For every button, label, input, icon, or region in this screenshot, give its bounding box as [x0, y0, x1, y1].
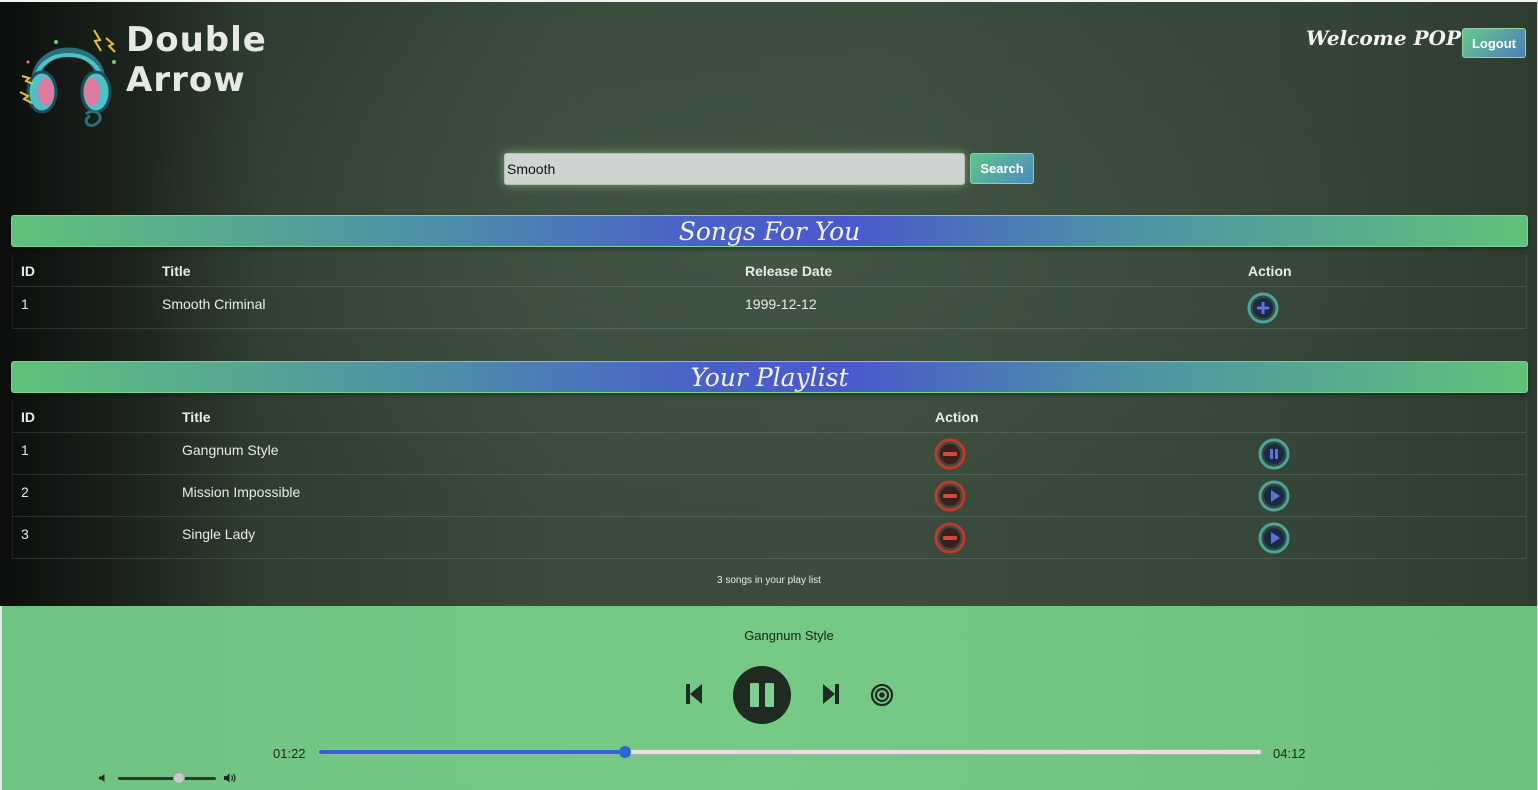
volume-high-button[interactable]: [222, 770, 238, 786]
page-edge: [0, 606, 2, 790]
radio-button[interactable]: [869, 682, 895, 708]
column-header-release-date: Release Date: [745, 262, 833, 279]
table-row: 1 Gangnum Style: [13, 433, 1526, 475]
play-icon: [1258, 522, 1290, 554]
playlist-count-note: 3 songs in your play list: [717, 575, 821, 586]
now-playing-title: Gangnum Style: [744, 628, 834, 643]
pause-icon: [750, 683, 774, 707]
pause-icon: [1258, 438, 1290, 470]
play-song-button[interactable]: [1258, 522, 1290, 554]
songs-for-you-table: ID Title Release Date Action 1 Smooth Cr…: [12, 255, 1527, 329]
remove-song-button[interactable]: [934, 522, 966, 554]
playlist-table: ID Title Action 1 Gangnum Style 2 Missio…: [12, 401, 1527, 559]
search-input[interactable]: Smooth: [504, 153, 965, 185]
column-header-title: Title: [182, 408, 211, 425]
song-release-date: 1999-12-12: [745, 296, 817, 312]
table-header-row: ID Title Release Date Action: [13, 255, 1526, 287]
table-row: 3 Single Lady: [13, 517, 1526, 559]
next-button[interactable]: [819, 680, 843, 708]
table-header-row: ID Title Action: [13, 401, 1526, 433]
total-time: 04:12: [1273, 746, 1306, 761]
song-id: 1: [21, 296, 29, 312]
column-header-action: Action: [1248, 262, 1292, 279]
add-icon: [1247, 292, 1279, 324]
welcome-text: Welcome POP: [1306, 26, 1462, 50]
brand-name: Double Arrow: [126, 20, 267, 100]
search-button[interactable]: Search: [970, 153, 1034, 184]
previous-icon: [686, 684, 702, 704]
play-pause-button[interactable]: [733, 666, 791, 724]
column-header-action: Action: [935, 408, 979, 425]
remove-song-button[interactable]: [934, 438, 966, 470]
table-row: 2 Mission Impossible: [13, 475, 1526, 517]
playlist-song-title: Mission Impossible: [182, 484, 301, 500]
playlist-song-id: 2: [21, 484, 29, 500]
table-row: 1 Smooth Criminal 1999-12-12: [13, 287, 1526, 329]
column-header-id: ID: [21, 408, 35, 425]
remove-song-button[interactable]: [934, 480, 966, 512]
main-area: Double Arrow Welcome POP Logout Smooth S…: [0, 0, 1538, 606]
remove-icon: [934, 480, 966, 512]
progress-thumb[interactable]: [619, 746, 632, 758]
logout-button[interactable]: Logout: [1462, 28, 1526, 58]
audio-player: Gangnum Style 01:22 04:12: [2, 606, 1538, 790]
progress-bar[interactable]: [318, 746, 1262, 758]
remove-icon: [934, 438, 966, 470]
playlist-song-title: Gangnum Style: [182, 442, 279, 458]
songs-for-you-banner: Songs For You: [11, 215, 1528, 247]
playlist-song-id: 1: [21, 442, 29, 458]
volume-high-icon: [224, 773, 236, 783]
volume-low-icon: [99, 774, 105, 782]
play-song-button[interactable]: [1258, 480, 1290, 512]
playlist-song-id: 3: [21, 526, 29, 542]
next-icon: [823, 684, 839, 704]
previous-button[interactable]: [682, 680, 706, 708]
headphones-logo: [16, 22, 126, 132]
play-icon: [1258, 480, 1290, 512]
your-playlist-banner: Your Playlist: [11, 361, 1528, 393]
column-header-title: Title: [162, 262, 191, 279]
current-time: 01:22: [273, 746, 306, 761]
pause-song-button[interactable]: [1258, 438, 1290, 470]
volume-low-button[interactable]: [96, 770, 110, 786]
volume-thumb[interactable]: [172, 772, 185, 784]
volume-slider[interactable]: [118, 772, 216, 784]
brand-line-2: Arrow: [126, 60, 246, 100]
progress-fill: [319, 750, 626, 754]
playlist-song-title: Single Lady: [182, 526, 256, 542]
brand-line-1: Double: [126, 20, 267, 60]
remove-icon: [934, 522, 966, 554]
radio-icon: [870, 683, 894, 707]
add-to-playlist-button[interactable]: [1247, 292, 1279, 324]
song-title: Smooth Criminal: [162, 296, 266, 312]
column-header-id: ID: [21, 262, 35, 279]
